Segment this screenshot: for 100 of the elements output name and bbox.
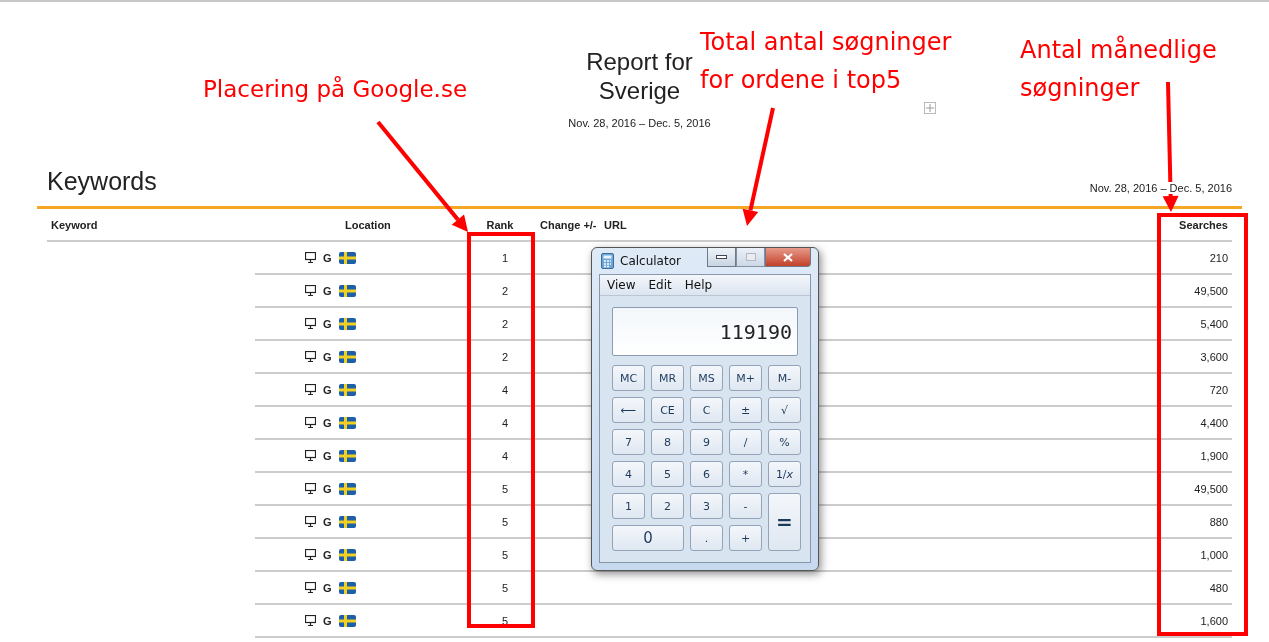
searches-cell: 4,400 — [1160, 407, 1232, 440]
column-header: URL — [603, 218, 628, 231]
searches-cell: 210 — [1160, 242, 1232, 275]
search-engine-label: G — [323, 416, 332, 429]
calculator-key[interactable]: 0 — [612, 525, 684, 551]
rank-cell: 2 — [470, 308, 540, 341]
annotation-text: Total antal søgninger for ordene i top5 — [700, 27, 953, 96]
report-date: Nov. 28, 2016 – Dec. 5, 2016 — [568, 117, 711, 129]
calculator-key[interactable]: MR — [651, 365, 684, 391]
window-title: Calculator — [620, 254, 681, 268]
searches-cell: 49,500 — [1160, 275, 1232, 308]
calculator-key[interactable]: 3 — [690, 493, 723, 519]
monitor-icon — [305, 318, 316, 329]
column-header: Searches — [1178, 218, 1229, 231]
rank-cell: 5 — [470, 539, 540, 572]
search-engine-label: G — [323, 251, 332, 264]
monitor-icon — [305, 582, 316, 593]
calculator-key[interactable]: √ — [768, 397, 801, 423]
calculator-key[interactable]: 2 — [651, 493, 684, 519]
rank-cell: 1 — [470, 242, 540, 275]
calculator-key[interactable]: + — [729, 525, 762, 551]
calculator-key[interactable]: C — [690, 397, 723, 423]
menu-item[interactable]: Edit — [648, 278, 672, 292]
calculator-key[interactable]: 5 — [651, 461, 684, 487]
monitor-icon — [305, 285, 316, 296]
calculator-key[interactable]: 6 — [690, 461, 723, 487]
calculator-key[interactable]: 7 — [612, 429, 645, 455]
monitor-icon — [305, 252, 316, 263]
calculator-key[interactable]: M- — [768, 365, 801, 391]
search-engine-label: G — [323, 383, 332, 396]
close-icon — [783, 252, 793, 262]
rank-cell: 4 — [470, 374, 540, 407]
sweden-flag-icon — [338, 548, 356, 561]
calculator-key[interactable]: 1 — [612, 493, 645, 519]
menu-item[interactable]: View — [607, 278, 636, 292]
calculator-key[interactable]: M+ — [729, 365, 762, 391]
monitor-icon — [305, 417, 316, 428]
sweden-flag-icon — [338, 515, 356, 528]
monitor-icon — [305, 615, 316, 626]
rank-cell: 2 — [470, 275, 540, 308]
annotation-text: Antal månedlige søgninger — [1020, 34, 1218, 104]
minimize-button[interactable] — [707, 248, 736, 267]
search-engine-label: G — [323, 284, 332, 297]
search-engine-label: G — [323, 581, 332, 594]
search-engine-label: G — [323, 449, 332, 462]
rank-cell: 4 — [470, 440, 540, 473]
column-header: Rank — [485, 218, 515, 231]
search-engine-label: G — [323, 317, 332, 330]
section-date: Nov. 28, 2016 – Dec. 5, 2016 — [1089, 182, 1232, 194]
searches-cell: 1,900 — [1160, 440, 1232, 473]
monitor-icon — [305, 450, 316, 461]
menu-item[interactable]: Help — [684, 278, 713, 292]
searches-cell: 5,400 — [1160, 308, 1232, 341]
calculator-key[interactable]: ⟵ — [612, 397, 645, 423]
rank-cell: 2 — [470, 341, 540, 374]
searches-cell: 3,600 — [1160, 341, 1232, 374]
search-engine-label: G — [323, 350, 332, 363]
maximize-icon — [745, 253, 756, 261]
sweden-flag-icon — [338, 482, 356, 495]
searches-cell: 1,600 — [1160, 605, 1232, 638]
monitor-icon — [305, 384, 316, 395]
sweden-flag-icon — [338, 251, 356, 264]
sweden-flag-icon — [338, 581, 356, 594]
calculator-key[interactable]: 9 — [690, 429, 723, 455]
calculator-key[interactable]: . — [690, 525, 723, 551]
column-header: Keyword — [50, 218, 99, 231]
close-button[interactable] — [765, 248, 811, 267]
rank-cell: 5 — [470, 572, 540, 605]
calculator-key[interactable]: 8 — [651, 429, 684, 455]
calculator-key[interactable]: 4 — [612, 461, 645, 487]
sweden-flag-icon — [338, 614, 356, 627]
searches-cell: 720 — [1160, 374, 1232, 407]
sweden-flag-icon — [338, 350, 356, 363]
column-header: Change +/- — [540, 218, 598, 231]
annotation-text: Placering på Google.se — [203, 75, 468, 104]
search-engine-label: G — [323, 548, 332, 561]
calculator-display: 119190 — [612, 307, 798, 356]
minimize-icon — [716, 255, 727, 259]
calculator-key[interactable]: 1/x — [768, 461, 801, 487]
calculator-key[interactable]: CE — [651, 397, 684, 423]
calculator-key[interactable]: - — [729, 493, 762, 519]
search-engine-label: G — [323, 515, 332, 528]
sweden-flag-icon — [338, 416, 356, 429]
rank-cell: 5 — [470, 473, 540, 506]
monitor-icon — [305, 483, 316, 494]
rank-cell: 5 — [470, 506, 540, 539]
rank-cell: 4 — [470, 407, 540, 440]
calculator-key[interactable]: / — [729, 429, 762, 455]
report-title: Report for Sverige — [585, 47, 694, 105]
calculator-key[interactable]: * — [729, 461, 762, 487]
calculator-key[interactable]: = — [768, 493, 801, 551]
calculator-key[interactable]: ± — [729, 397, 762, 423]
calculator-key[interactable]: MC — [612, 365, 645, 391]
calculator-key[interactable]: % — [768, 429, 801, 455]
sweden-flag-icon — [338, 284, 356, 297]
section-title: Keywords — [47, 167, 157, 196]
sweden-flag-icon — [338, 383, 356, 396]
calculator-icon — [601, 253, 614, 269]
calculator-key[interactable]: MS — [690, 365, 723, 391]
searches-cell: 49,500 — [1160, 473, 1232, 506]
